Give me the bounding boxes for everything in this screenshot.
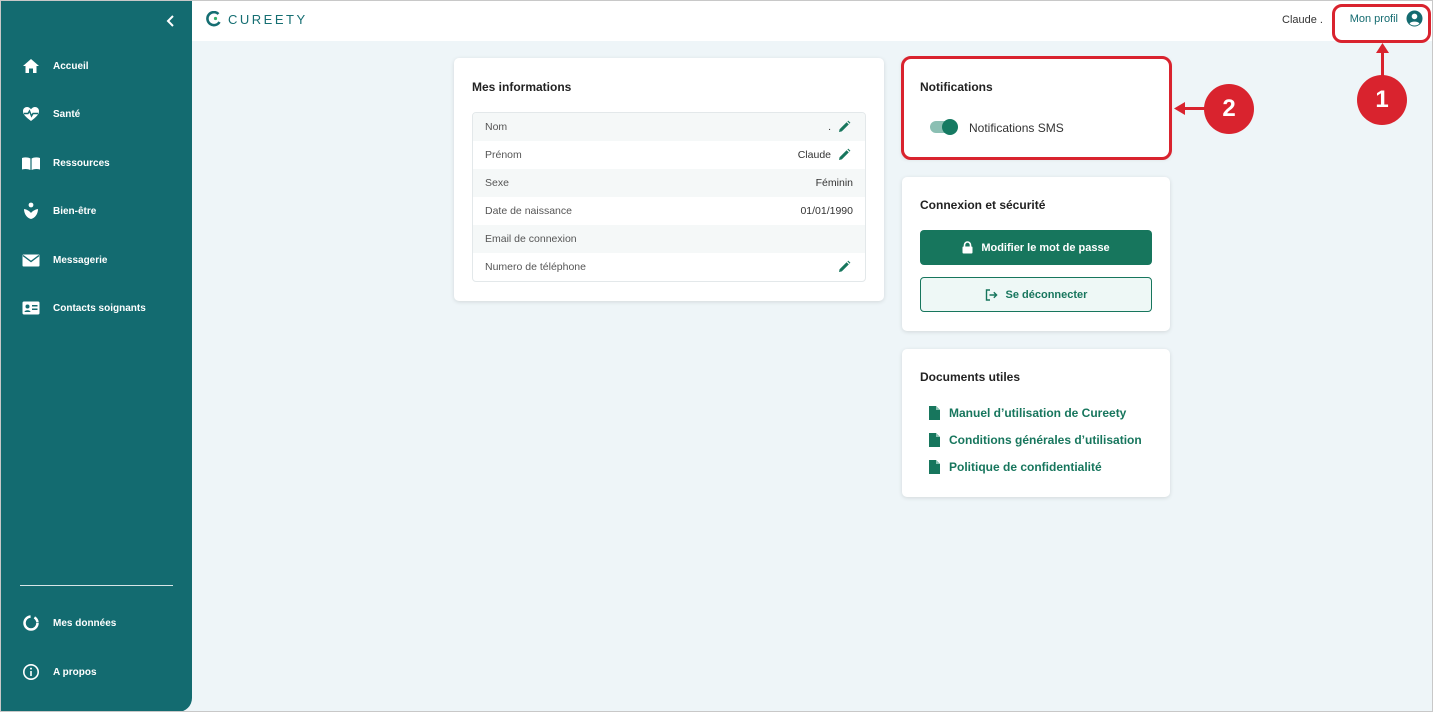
sidebar-item-label: Accueil [53, 60, 89, 72]
info-card: Mes informations Nom . Prénom Claude Sex… [454, 58, 884, 301]
book-icon [21, 153, 41, 173]
security-card: Connexion et sécurité Modifier le mot de… [902, 177, 1170, 331]
wellbeing-icon [21, 201, 41, 221]
row-value: . [828, 121, 831, 133]
cureety-logo-icon [206, 11, 221, 27]
row-label: Date de naissance [485, 205, 572, 217]
arrow-head-up-icon [1376, 43, 1389, 53]
security-card-title: Connexion et sécurité [920, 198, 1046, 212]
documents-card: Documents utiles Manuel d’utilisation de… [902, 349, 1170, 497]
sidebar-item-label: Contacts soignants [53, 302, 146, 314]
row-value: Féminin [815, 177, 853, 189]
document-icon [929, 406, 940, 420]
doc-link-label: Manuel d’utilisation de Cureety [949, 406, 1127, 420]
collapse-sidebar-button[interactable] [161, 11, 181, 31]
mail-icon [21, 250, 41, 270]
row-value: 01/01/1990 [800, 205, 853, 217]
highlight-mon-profil [1332, 4, 1431, 43]
sidebar-item-bien-etre[interactable]: Bien-être [1, 195, 192, 227]
documents-card-title: Documents utiles [920, 370, 1021, 384]
sidebar-item-mes-donnees[interactable]: Mes données [1, 607, 192, 639]
pencil-icon[interactable] [837, 120, 851, 134]
sidebar-item-label: Ressources [53, 157, 110, 169]
sidebar-item-label: Santé [53, 108, 81, 120]
highlight-notifications [901, 56, 1172, 160]
sidebar-item-contacts-soignants[interactable]: Contacts soignants [1, 292, 192, 324]
sidebar-item-messagerie[interactable]: Messagerie [1, 244, 192, 276]
doc-link-manuel[interactable]: Manuel d’utilisation de Cureety [929, 406, 1126, 420]
row-label: Sexe [485, 177, 509, 189]
sidebar-item-label: A propos [53, 666, 97, 678]
sidebar-divider [20, 585, 173, 586]
heart-pulse-icon [21, 104, 41, 124]
row-label: Email de connexion [485, 233, 577, 245]
row-value: Claude [797, 149, 831, 161]
info-row-prenom: Prénom Claude [473, 141, 865, 169]
sidebar-item-accueil[interactable]: Accueil [1, 50, 192, 82]
info-row-telephone: Numero de téléphone [473, 253, 865, 281]
doc-link-label: Conditions générales d’utilisation [949, 433, 1142, 447]
sidebar-item-label: Mes données [53, 617, 117, 629]
contact-card-icon [21, 298, 41, 318]
arrow-head-left-icon [1174, 102, 1185, 115]
user-name: Claude . [1282, 14, 1323, 26]
logout-label: Se déconnecter [1005, 288, 1088, 301]
chevron-left-icon [166, 15, 174, 27]
row-label: Prénom [485, 149, 522, 161]
app-window: Accueil Santé Ressources Bien-être Messa [0, 0, 1433, 712]
row-label: Nom [485, 121, 508, 133]
info-row-date-naissance: Date de naissance 01/01/1990 [473, 197, 865, 225]
lock-icon [962, 241, 973, 254]
annotation-badge-2: 2 [1204, 84, 1254, 134]
doc-link-label: Politique de confidentialité [949, 460, 1102, 474]
info-table: Nom . Prénom Claude Sexe Féminin Date de… [472, 112, 866, 282]
pencil-icon[interactable] [837, 148, 851, 162]
home-icon [21, 56, 41, 76]
annotation-badge-1: 1 [1357, 75, 1407, 125]
change-password-label: Modifier le mot de passe [981, 241, 1110, 254]
document-icon [929, 433, 940, 447]
top-bar: CUREETY Claude . Mon profil [192, 1, 1432, 41]
sidebar-item-a-propos[interactable]: A propos [1, 656, 192, 688]
logo-text: CUREETY [228, 11, 308, 27]
sidebar: Accueil Santé Ressources Bien-être Messa [1, 1, 192, 711]
row-label: Numero de téléphone [485, 261, 586, 273]
doc-link-cgu[interactable]: Conditions générales d’utilisation [929, 433, 1142, 447]
data-ring-icon [21, 613, 41, 633]
sidebar-item-label: Bien-être [53, 205, 97, 217]
info-row-sexe: Sexe Féminin [473, 169, 865, 197]
doc-link-confidentialite[interactable]: Politique de confidentialité [929, 460, 1102, 474]
sidebar-item-sante[interactable]: Santé [1, 98, 192, 130]
sidebar-item-ressources[interactable]: Ressources [1, 147, 192, 179]
arrow-line-1 [1381, 51, 1384, 77]
sidebar-item-label: Messagerie [53, 254, 108, 266]
info-row-nom: Nom . [473, 113, 865, 141]
change-password-button[interactable]: Modifier le mot de passe [920, 230, 1152, 265]
logout-button[interactable]: Se déconnecter [920, 277, 1152, 312]
logout-icon [985, 288, 998, 301]
pencil-icon[interactable] [837, 260, 851, 274]
cureety-logo[interactable]: CUREETY [206, 11, 308, 27]
arrow-line-2 [1184, 107, 1206, 110]
info-row-email: Email de connexion [473, 225, 865, 253]
info-card-title: Mes informations [472, 80, 572, 94]
info-icon [21, 662, 41, 682]
document-icon [929, 460, 940, 474]
